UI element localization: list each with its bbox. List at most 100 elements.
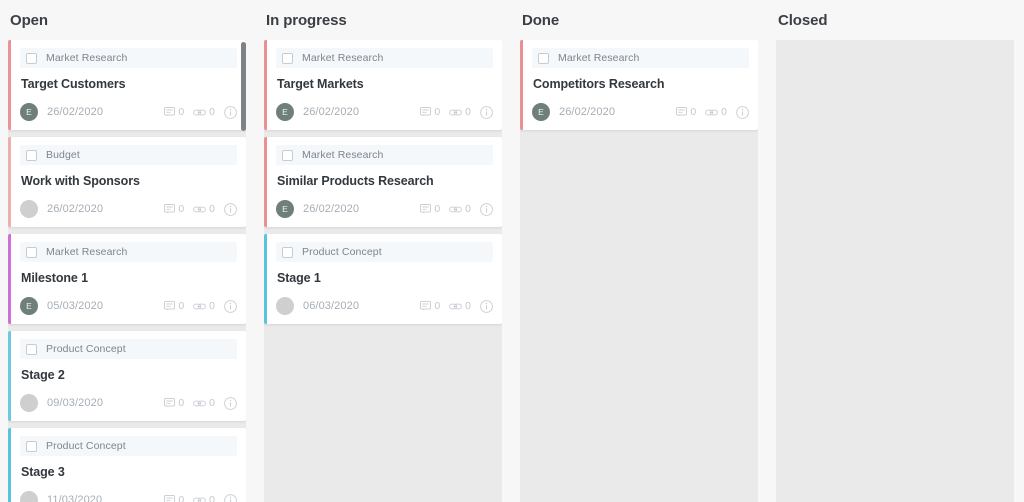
avatar[interactable]: E	[532, 103, 550, 121]
info-icon[interactable]	[480, 299, 493, 313]
link-meta[interactable]: 0	[449, 203, 471, 215]
link-icon	[193, 496, 207, 502]
card-footer: 09/03/2020 0 0	[20, 394, 237, 412]
link-icon	[193, 302, 207, 311]
kanban-card[interactable]: Market Research Milestone 1 E 05/03/2020 0 0	[8, 234, 246, 324]
card-footer: E 05/03/2020 0 0	[20, 297, 237, 315]
info-icon[interactable]	[480, 105, 493, 119]
comment-icon	[420, 301, 432, 311]
link-icon	[193, 108, 207, 117]
card-footer: E 26/02/2020 0 0	[20, 103, 237, 121]
card-meta: 00	[164, 493, 237, 502]
comment-icon	[164, 301, 176, 311]
card-tag-label: Product Concept	[302, 246, 382, 258]
card-list: Market Research Target Markets E 26/02/2020…	[264, 40, 502, 502]
checkbox-icon[interactable]	[538, 52, 549, 64]
card-footer: 11/03/2020 0 0	[20, 491, 237, 502]
link-meta[interactable]: 0	[193, 106, 215, 118]
card-title[interactable]: Milestone 1	[21, 271, 237, 285]
kanban-card[interactable]: Market Research Similar Products Research…	[264, 137, 502, 227]
comment-count: 0	[434, 203, 441, 215]
comment-meta[interactable]: 0	[164, 300, 184, 312]
avatar[interactable]: E	[276, 200, 294, 218]
link-meta[interactable]: 0	[193, 494, 215, 502]
comment-meta[interactable]: 0	[164, 203, 184, 215]
kanban-card[interactable]: Market Research Target Markets E 26/02/2020…	[264, 40, 502, 130]
kanban-card[interactable]: Budget Work with Sponsors 26/02/2020 0 0	[8, 137, 246, 227]
checkbox-icon[interactable]	[282, 246, 293, 258]
link-count: 0	[209, 300, 215, 312]
card-title[interactable]: Target Markets	[277, 77, 493, 91]
card-tag-row: Market Research	[276, 145, 493, 165]
card-tag-row: Market Research	[20, 48, 237, 68]
avatar[interactable]	[20, 200, 38, 218]
checkbox-icon[interactable]	[26, 246, 37, 258]
card-content: Product Concept Stage 3 11/03/2020 0 0	[11, 428, 246, 502]
avatar[interactable]: E	[20, 103, 38, 121]
card-content: Budget Work with Sponsors 26/02/2020 0 0	[11, 137, 246, 227]
info-icon[interactable]	[224, 202, 237, 216]
checkbox-icon[interactable]	[26, 52, 37, 64]
info-icon[interactable]	[224, 105, 237, 119]
card-content: Market Research Milestone 1 E 05/03/2020 0 0	[11, 234, 246, 324]
card-title[interactable]: Competitors Research	[533, 77, 749, 91]
checkbox-icon[interactable]	[26, 440, 37, 452]
card-tag-label: Market Research	[302, 149, 384, 161]
comment-meta[interactable]: 0	[420, 203, 440, 215]
card-title[interactable]: Stage 3	[21, 465, 237, 479]
kanban-card[interactable]: Market Research Competitors Research E 26/0…	[520, 40, 758, 130]
link-meta[interactable]: 0	[705, 106, 727, 118]
link-meta[interactable]: 0	[193, 203, 215, 215]
kanban-column: Closed	[768, 0, 1024, 502]
comment-meta[interactable]: 0	[420, 106, 440, 118]
card-content: Product Concept Stage 1 06/03/2020 0 0	[267, 234, 502, 324]
column-dropzone-area[interactable]: Market Research Target Markets E 26/02/2020…	[264, 40, 502, 502]
column-dropzone-area[interactable]	[776, 40, 1014, 502]
avatar[interactable]: E	[276, 103, 294, 121]
info-icon[interactable]	[224, 299, 237, 313]
link-meta[interactable]: 0	[449, 300, 471, 312]
link-meta[interactable]: 0	[193, 300, 215, 312]
card-title[interactable]: Work with Sponsors	[21, 174, 237, 188]
scrollbar-track[interactable]	[241, 42, 246, 502]
kanban-card[interactable]: Product Concept Stage 3 11/03/2020 0 0	[8, 428, 246, 502]
card-title[interactable]: Stage 1	[277, 271, 493, 285]
card-title[interactable]: Similar Products Research	[277, 174, 493, 188]
card-meta: 00	[420, 105, 493, 119]
checkbox-icon[interactable]	[26, 343, 37, 355]
link-meta[interactable]: 0	[193, 397, 215, 409]
kanban-card[interactable]: Product Concept Stage 1 06/03/2020 0 0	[264, 234, 502, 324]
checkbox-icon[interactable]	[282, 149, 293, 161]
card-tag-row: Market Research	[20, 242, 237, 262]
avatar[interactable]	[276, 297, 294, 315]
kanban-card[interactable]: Market Research Target Customers E 26/02/20…	[8, 40, 246, 130]
link-meta[interactable]: 0	[449, 106, 471, 118]
comment-meta[interactable]: 0	[164, 106, 184, 118]
comment-meta[interactable]: 0	[164, 397, 184, 409]
info-icon[interactable]	[224, 493, 237, 502]
column-dropzone-area[interactable]: Market Research Competitors Research E 26/0…	[520, 40, 758, 502]
card-tag-row: Product Concept	[276, 242, 493, 262]
info-icon[interactable]	[224, 396, 237, 410]
info-icon[interactable]	[736, 105, 749, 119]
card-title[interactable]: Stage 2	[21, 368, 237, 382]
avatar[interactable]	[20, 394, 38, 412]
avatar[interactable]	[20, 491, 38, 502]
card-meta: 00	[164, 105, 237, 119]
info-icon[interactable]	[480, 202, 493, 216]
comment-meta[interactable]: 0	[164, 494, 184, 502]
comment-meta[interactable]: 0	[420, 300, 440, 312]
kanban-card[interactable]: Product Concept Stage 2 09/03/2020 0 0	[8, 331, 246, 421]
comment-meta[interactable]: 0	[676, 106, 696, 118]
checkbox-icon[interactable]	[282, 52, 293, 64]
avatar[interactable]: E	[20, 297, 38, 315]
comment-count: 0	[178, 397, 185, 409]
column-dropzone-area[interactable]: Market Research Target Customers E 26/02/20…	[8, 40, 246, 502]
card-title[interactable]: Target Customers	[21, 77, 237, 91]
column-header: Done	[512, 0, 768, 40]
card-footer: 26/02/2020 0 0	[20, 200, 237, 218]
comment-count: 0	[178, 203, 185, 215]
scrollbar-thumb[interactable]	[241, 42, 246, 131]
checkbox-icon[interactable]	[26, 149, 37, 161]
link-count: 0	[465, 106, 471, 118]
